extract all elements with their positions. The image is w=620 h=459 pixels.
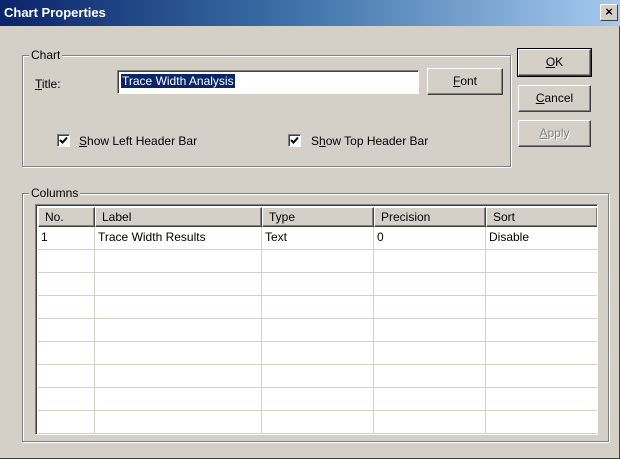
cell-type[interactable]: Text	[262, 227, 374, 250]
cell-type[interactable]	[262, 250, 374, 273]
cell-sort[interactable]	[486, 388, 597, 411]
cell-sort[interactable]	[486, 250, 597, 273]
chart-groupbox: Chart Title: Trace Width Analysis Font S…	[22, 48, 511, 167]
cell-precision[interactable]	[374, 319, 486, 342]
cell-label[interactable]	[95, 250, 262, 273]
close-button[interactable]: ×	[600, 4, 618, 21]
cell-precision[interactable]	[374, 388, 486, 411]
column-header-label[interactable]: Label	[95, 207, 262, 227]
cell-precision[interactable]	[374, 250, 486, 273]
show-left-header-bar-label[interactable]: Show Left Header Bar	[79, 134, 197, 148]
font-button[interactable]: Font	[427, 68, 503, 95]
cell-label[interactable]	[95, 411, 262, 434]
cell-no[interactable]	[38, 342, 95, 365]
cell-label[interactable]	[95, 388, 262, 411]
cell-no[interactable]	[38, 411, 95, 434]
cell-precision[interactable]	[374, 365, 486, 388]
cell-no[interactable]	[38, 296, 95, 319]
cell-type[interactable]	[262, 319, 374, 342]
cell-label[interactable]: Trace Width Results	[95, 227, 262, 250]
ok-button[interactable]: OK	[517, 48, 592, 77]
columns-group-label: Columns	[29, 186, 81, 200]
cell-precision[interactable]	[374, 411, 486, 434]
columns-table[interactable]: No. Label Type Precision Sort 1 Trace Wid…	[35, 204, 598, 435]
cell-type[interactable]	[262, 296, 374, 319]
cell-label[interactable]	[95, 296, 262, 319]
cell-sort[interactable]	[486, 273, 597, 296]
column-header-no[interactable]: No.	[38, 207, 95, 227]
cell-precision[interactable]	[374, 342, 486, 365]
table-row[interactable]	[38, 250, 597, 273]
cell-sort[interactable]	[486, 319, 597, 342]
cell-precision[interactable]	[374, 273, 486, 296]
cell-sort[interactable]	[486, 411, 597, 434]
cell-label[interactable]	[95, 342, 262, 365]
table-row[interactable]	[38, 342, 597, 365]
cell-sort[interactable]	[486, 365, 597, 388]
cell-type[interactable]	[262, 411, 374, 434]
cell-label[interactable]	[95, 365, 262, 388]
cell-sort[interactable]	[486, 296, 597, 319]
close-icon: ×	[605, 4, 613, 19]
table-row[interactable]	[38, 273, 597, 296]
table-row[interactable]	[38, 411, 597, 434]
show-top-header-bar-checkbox[interactable]	[288, 134, 301, 147]
cell-precision[interactable]	[374, 296, 486, 319]
cell-no[interactable]	[38, 250, 95, 273]
cell-no[interactable]: 1	[38, 227, 95, 250]
cell-sort[interactable]: Disable	[486, 227, 597, 250]
chart-properties-dialog: Chart Properties × Chart Title: Trace Wi…	[0, 0, 620, 459]
table-row[interactable]	[38, 319, 597, 342]
cell-label[interactable]	[95, 319, 262, 342]
cell-no[interactable]	[38, 365, 95, 388]
show-left-header-bar-checkbox[interactable]	[57, 134, 70, 147]
cell-no[interactable]	[38, 319, 95, 342]
window-title: Chart Properties	[4, 5, 106, 20]
column-header-sort[interactable]: Sort	[486, 207, 597, 227]
cell-type[interactable]	[262, 273, 374, 296]
table-row[interactable]: 1 Trace Width Results Text 0 Disable	[38, 227, 597, 250]
column-header-precision[interactable]: Precision	[374, 207, 486, 227]
chart-group-label: Chart	[29, 48, 63, 62]
apply-button[interactable]: Apply	[518, 120, 591, 147]
checkmark-icon	[59, 136, 68, 144]
cell-sort[interactable]	[486, 342, 597, 365]
chart-title-input[interactable]: Trace Width Analysis	[117, 70, 419, 94]
show-top-header-bar-label[interactable]: Show Top Header Bar	[311, 134, 428, 148]
cell-type[interactable]	[262, 365, 374, 388]
title-bar[interactable]: Chart Properties ×	[0, 0, 620, 26]
cell-type[interactable]	[262, 342, 374, 365]
checkmark-icon	[290, 136, 299, 144]
cancel-button[interactable]: Cancel	[518, 85, 591, 112]
title-field-label: Title:	[35, 77, 61, 91]
cell-precision[interactable]: 0	[374, 227, 486, 250]
cell-type[interactable]	[262, 388, 374, 411]
table-row[interactable]	[38, 365, 597, 388]
table-row[interactable]	[38, 388, 597, 411]
columns-groupbox: Columns No. Label Type Precision Sort 1T…	[22, 186, 609, 442]
column-header-type[interactable]: Type	[262, 207, 374, 227]
cell-no[interactable]	[38, 388, 95, 411]
cell-label[interactable]	[95, 273, 262, 296]
cell-no[interactable]	[38, 273, 95, 296]
chart-title-value: Trace Width Analysis	[121, 74, 235, 88]
table-row[interactable]	[38, 296, 597, 319]
